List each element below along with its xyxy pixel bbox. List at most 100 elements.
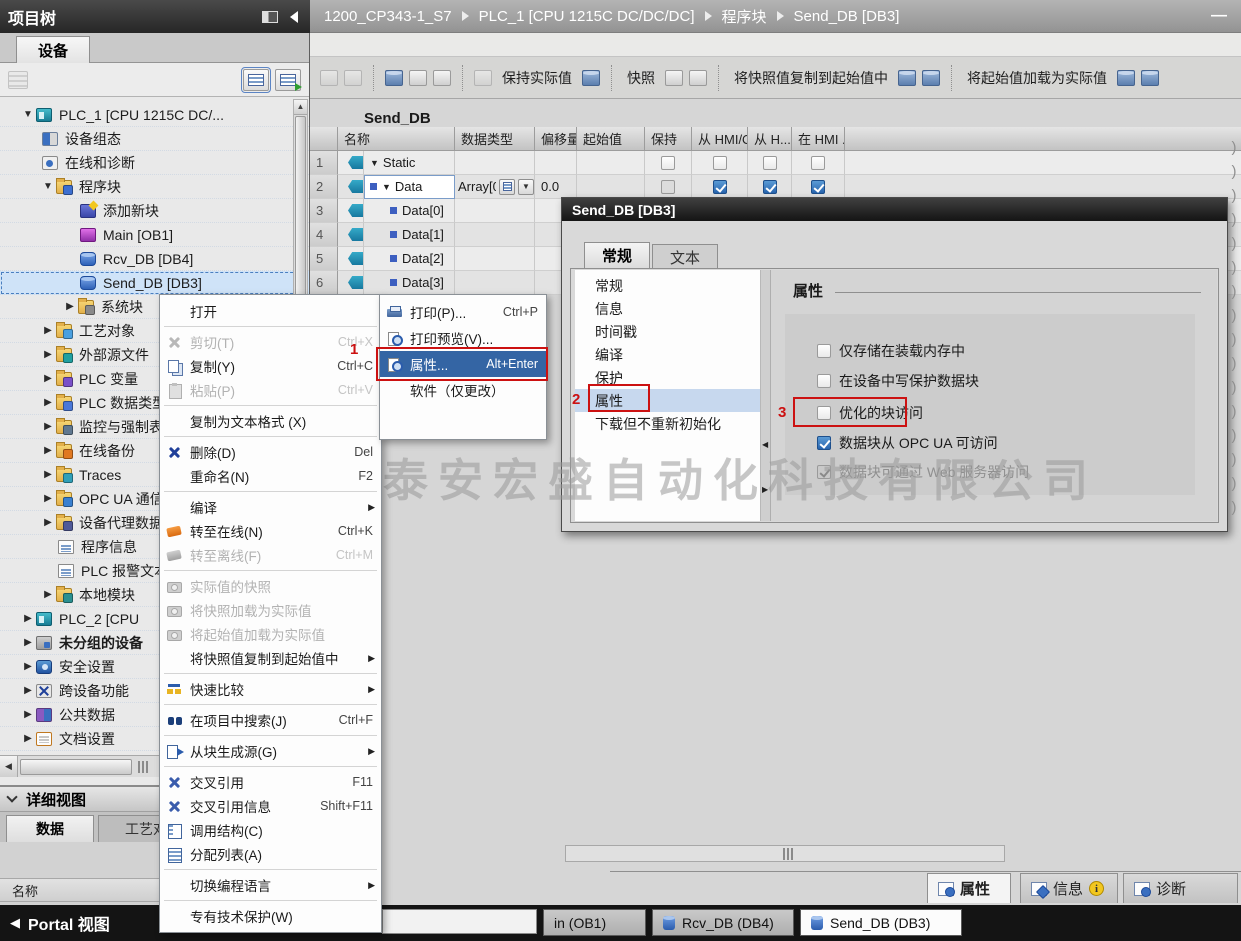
datatype-cell[interactable] — [455, 151, 535, 175]
write-protect-checkbox[interactable] — [817, 374, 831, 388]
expand-arrow-icon[interactable]: ▼ — [20, 109, 36, 120]
expand-all-icon[interactable] — [433, 70, 451, 86]
taskbar-button-main-ob1[interactable]: in (OB1) — [543, 909, 646, 936]
attr-opc-ua-accessible[interactable]: 数据块从 OPC UA 可访问 — [817, 434, 998, 452]
portal-view-button[interactable]: ◀Portal 视图 — [10, 905, 110, 941]
tab-devices[interactable]: 设备 — [16, 36, 90, 63]
copy-snapshot-all-icon[interactable] — [922, 70, 940, 86]
dialog-tab-general[interactable]: 常规 — [584, 242, 650, 268]
nav-protection[interactable]: 保护 — [575, 366, 760, 389]
menu-item-go-offline[interactable]: 转至离线(F)Ctrl+M — [160, 543, 381, 567]
menu-item-paste[interactable]: 粘贴(P)Ctrl+V — [160, 378, 381, 402]
nav-compilation[interactable]: 编译 — [575, 343, 760, 366]
nav-attributes[interactable]: 属性 — [575, 389, 760, 412]
menu-item-delete[interactable]: 删除(D)Del — [160, 440, 381, 464]
expand-arrow-icon[interactable]: ▶ — [40, 325, 56, 336]
hmi-visible-checkbox[interactable] — [811, 156, 825, 170]
menu-item-snapshot-actuals[interactable]: 实际值的快照 — [160, 574, 381, 598]
menu-item-assignment-list[interactable]: 分配列表(A) — [160, 842, 381, 866]
menu-item-generate-source[interactable]: 从块生成源(G) — [160, 739, 381, 763]
menu-item-copy[interactable]: 复制(Y)Ctrl+C — [160, 354, 381, 378]
scrollbar-grip[interactable] — [783, 848, 793, 860]
expand-arrow-icon[interactable]: ▶ — [40, 373, 56, 384]
taskbar-button-hidden[interactable] — [382, 909, 537, 934]
type-browse-icon[interactable] — [499, 179, 515, 195]
tree-item-device-config[interactable]: 设备组态 — [0, 127, 309, 151]
breadcrumb-program-blocks[interactable]: 程序块 — [722, 6, 767, 27]
tree-item-program-blocks[interactable]: ▼程序块 — [0, 175, 309, 199]
load-start-icon[interactable] — [1117, 70, 1135, 86]
expand-arrow-icon[interactable]: ▶ — [20, 637, 36, 648]
header-datatype[interactable]: 数据类型 — [455, 127, 535, 151]
menu-item-search-in-project[interactable]: 在项目中搜索(J)Ctrl+F — [160, 708, 381, 732]
datatype-cell[interactable] — [455, 247, 535, 271]
header-offset[interactable]: 偏移量 — [535, 127, 577, 151]
dialog-title[interactable]: Send_DB [DB3] — [562, 198, 1227, 221]
monitor-icon[interactable] — [474, 70, 492, 86]
expand-arrow-icon[interactable]: ▶ — [20, 661, 36, 672]
scrollbar-grip[interactable] — [138, 761, 148, 773]
retain-cell[interactable] — [645, 175, 692, 199]
expand-arrow-icon[interactable]: ▶ — [40, 349, 56, 360]
minimize-icon[interactable]: — — [1211, 7, 1227, 25]
datatype-cell[interactable] — [455, 199, 535, 223]
expand-arrow-icon[interactable]: ▶ — [20, 685, 36, 696]
expand-arrow-icon[interactable]: ▶ — [62, 301, 78, 312]
breadcrumb-project[interactable]: 1200_CP343-1_S7 — [324, 8, 452, 25]
menu-item-cross-references[interactable]: 交叉引用F11 — [160, 770, 381, 794]
opc-ua-checkbox[interactable] — [817, 436, 831, 450]
attr-optimized-access[interactable]: 优化的块访问 — [817, 404, 923, 422]
dialog-splitter[interactable]: ◀▶ — [761, 270, 771, 521]
hmi-opc-checkbox[interactable] — [713, 180, 727, 194]
hmi-write-checkbox[interactable] — [763, 180, 777, 194]
nav-download-no-reinit[interactable]: 下载但不重新初始化 — [575, 412, 760, 435]
menu-item-compile[interactable]: 编译 — [160, 495, 381, 519]
taskbar-button-send-db[interactable]: Send_DB (DB3) — [800, 909, 962, 936]
add-row-icon[interactable] — [344, 70, 362, 86]
attr-load-memory-only[interactable]: 仅存储在装载内存中 — [817, 342, 965, 360]
hmi-opc-cell[interactable] — [692, 151, 748, 175]
tree-item-online-diagnostics[interactable]: 在线和诊断 — [0, 151, 309, 175]
hmi-write-cell[interactable] — [748, 175, 792, 199]
splitter-right-icon[interactable]: ▶ — [762, 485, 768, 494]
tab-data[interactable]: 数据 — [6, 815, 94, 842]
hmi-visible-cell[interactable] — [792, 151, 845, 175]
collapse-arrow-icon[interactable]: ▼ — [370, 158, 379, 168]
name-cell[interactable]: Data[1] — [364, 223, 455, 247]
expand-arrow-icon[interactable]: ▶ — [40, 493, 56, 504]
expand-arrow-icon[interactable]: ▶ — [20, 733, 36, 744]
menu-item-go-online[interactable]: 转至在线(N)Ctrl+K — [160, 519, 381, 543]
expand-arrow-icon[interactable]: ▶ — [40, 589, 56, 600]
menu-item-quick-compare[interactable]: 快速比较 — [160, 677, 381, 701]
snapshot-down-icon[interactable] — [689, 70, 707, 86]
menu-item-switch-language[interactable]: 切换编程语言 — [160, 873, 381, 897]
datatype-cell[interactable] — [455, 271, 535, 295]
collapse-arrow-icon[interactable]: ▼ — [382, 182, 391, 192]
nav-information[interactable]: 信息 — [575, 297, 760, 320]
tree-item-send-db[interactable]: Send_DB [DB3] — [0, 271, 309, 295]
header-retain[interactable]: 保持 — [645, 127, 692, 151]
startvalue-cell[interactable] — [577, 175, 645, 199]
submenu-item-software-changes-only[interactable]: 软件（仅更改） — [380, 377, 546, 403]
hmi-opc-cell[interactable] — [692, 175, 748, 199]
name-cell[interactable]: ▼Static — [364, 151, 455, 175]
edit-block-icon[interactable] — [409, 70, 427, 86]
hmi-write-cell[interactable] — [748, 151, 792, 175]
hmi-visible-cell[interactable] — [792, 175, 845, 199]
header-hmi-visible[interactable]: 在 HMI ... — [792, 127, 845, 151]
scroll-left-icon[interactable]: ◀ — [0, 756, 18, 777]
breadcrumb-plc[interactable]: PLC_1 [CPU 1215C DC/DC/DC] — [479, 8, 695, 25]
keep-actual-values-icon[interactable] — [385, 70, 403, 86]
retain-checkbox[interactable] — [661, 156, 675, 170]
menu-item-knowhow-protection[interactable]: 专有技术保护(W) — [160, 904, 381, 928]
expand-arrow-icon[interactable]: ▶ — [40, 469, 56, 480]
menu-item-cross-reference-info[interactable]: 交叉引用信息Shift+F11 — [160, 794, 381, 818]
tree-item-main-ob1[interactable]: Main [OB1] — [0, 223, 309, 247]
editor-horizontal-scrollbar[interactable] — [565, 845, 1005, 862]
datatype-cell[interactable]: Array[0..9] o...▼ — [455, 175, 535, 199]
expand-arrow-icon[interactable]: ▶ — [40, 397, 56, 408]
menu-item-copy-snapshot-to-start[interactable]: 将快照值复制到起始值中 — [160, 646, 381, 670]
expand-arrow-icon[interactable]: ▶ — [20, 709, 36, 720]
collapse-panel-icon[interactable] — [290, 11, 298, 23]
scrollbar-thumb[interactable] — [20, 759, 132, 775]
